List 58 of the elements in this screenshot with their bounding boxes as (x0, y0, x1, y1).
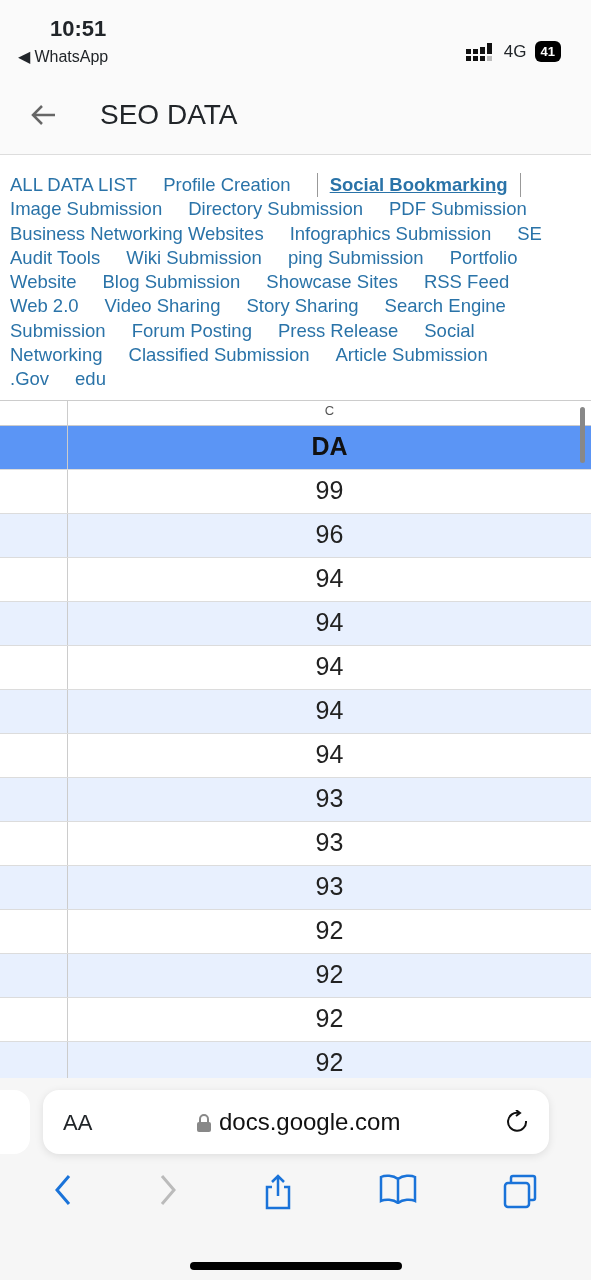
battery-indicator: 41 (534, 40, 561, 63)
sheet-tab-link[interactable]: RSS Feed (423, 270, 536, 295)
table-cell-text: 99 (315, 475, 344, 507)
sheet-tab-link[interactable]: .Gov (10, 367, 76, 392)
sheet-tab-link[interactable]: ALL DATA LIST (10, 173, 164, 198)
sheet-tab-link[interactable]: Infographics Submission (289, 221, 518, 246)
text-size-button[interactable]: AA (63, 1105, 93, 1139)
sheet-tab-link[interactable]: Image Submission (10, 197, 189, 222)
table-cell-text: 93 (315, 871, 344, 903)
sheet-tab-link[interactable]: Wiki Submission (126, 245, 288, 271)
table-cell-text: 92 (315, 1003, 344, 1035)
sheet-tab-link[interactable]: Portfolio (449, 245, 544, 271)
table-cell-text: 92 (315, 959, 344, 991)
sheet-tab-link[interactable]: SE (517, 221, 568, 246)
sheet-tab-link[interactable]: Press Release (277, 318, 425, 344)
table-cell-text: 94 (315, 695, 344, 727)
url-text: docs.google.com (218, 1107, 401, 1137)
sheet-tab-link[interactable]: Forum Posting (131, 318, 278, 344)
sheet-tab-link[interactable]: edu (75, 367, 132, 392)
address-bar[interactable]: AA docs.google.com (43, 1090, 549, 1154)
sheet-tab-link[interactable]: Submission (10, 318, 132, 344)
table-cell-text: 92 (315, 1047, 344, 1079)
sheet-tab-link[interactable]: Web 2.0 (10, 294, 105, 319)
sheet-tab-link[interactable]: Blog Submission (102, 270, 267, 295)
sheet-tab-link[interactable]: Profile Creation (163, 173, 317, 198)
table-cell-text: 94 (315, 651, 344, 683)
table-cell-text: 92 (315, 915, 344, 947)
sheet-tab-link[interactable]: Story Sharing (246, 294, 385, 319)
scrollbar[interactable] (580, 407, 585, 463)
table-cell-text: 93 (315, 827, 344, 859)
sheet-tab-link[interactable]: Search Engine (384, 294, 532, 319)
sheet-tab-link[interactable]: Video Sharing (104, 294, 247, 319)
sheet-tab-link[interactable]: ping Submission (287, 245, 450, 271)
sheet-tab-link[interactable]: Website (10, 270, 103, 295)
page-title: SEO DATA (100, 97, 238, 132)
table-cell-text: 94 (315, 563, 344, 595)
table-cell-text: 96 (315, 519, 344, 551)
sheet-tab-link[interactable]: Article Submission (335, 343, 514, 368)
column-letter: C (323, 401, 336, 420)
table-cell-text: 93 (315, 783, 344, 815)
sheet-tab-link[interactable]: Classified Submission (128, 343, 336, 368)
sheet-tab-link[interactable]: Directory Submission (188, 197, 389, 222)
sheet-tab-link[interactable]: Audit Tools (10, 245, 127, 271)
network-type: 4G (503, 40, 527, 63)
sheet-tab-link[interactable]: Business Networking Websites (10, 221, 290, 246)
sheet-tab-link[interactable]: Networking (10, 343, 129, 368)
sheet-tab-link[interactable]: Showcase Sites (266, 270, 424, 295)
clock-time: 10:51 (50, 15, 108, 43)
sheet-tab-link[interactable]: Social Bookmarking (316, 173, 521, 198)
table-cell-text: 94 (315, 739, 344, 771)
back-to-app-link[interactable]: ◀ WhatsApp (18, 45, 109, 69)
tabs-icon[interactable] (502, 1174, 539, 1210)
back-arrow-icon[interactable] (30, 102, 56, 127)
table-cell-text: 94 (315, 607, 344, 639)
sheet-tab-link[interactable]: PDF Submission (388, 197, 553, 222)
reload-icon[interactable] (505, 1109, 529, 1135)
sheet-tab-link[interactable]: Social (424, 318, 501, 344)
column-header: DA (311, 431, 348, 463)
